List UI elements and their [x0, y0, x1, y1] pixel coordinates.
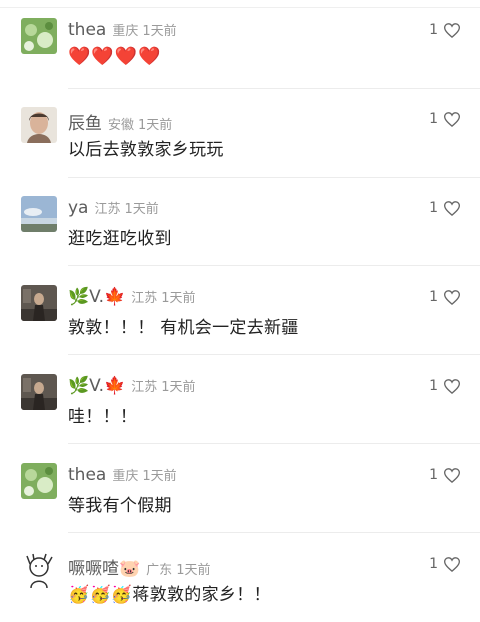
- heart-icon: [444, 200, 460, 216]
- location: 安徽: [108, 118, 135, 133]
- heart-icon: [444, 22, 460, 38]
- heart-icon: [444, 289, 460, 305]
- divider: [68, 354, 480, 355]
- like-button[interactable]: 1: [429, 200, 460, 216]
- username[interactable]: thea: [68, 20, 106, 40]
- username[interactable]: 🌿V.🍁: [68, 287, 125, 307]
- comment-text: 逛吃逛吃收到: [68, 229, 172, 249]
- heart-icon: [444, 556, 460, 572]
- avatar[interactable]: [21, 18, 57, 54]
- location: 广东: [146, 563, 173, 578]
- avatar[interactable]: [21, 463, 57, 499]
- location: 江苏: [94, 202, 121, 217]
- timestamp: 1天前: [176, 563, 211, 578]
- like-count: 1: [429, 378, 438, 394]
- timestamp: 1天前: [142, 24, 177, 39]
- heart-icon: [444, 378, 460, 394]
- comment-text: 以后去敦敦家乡玩玩: [68, 140, 224, 160]
- like-button[interactable]: 1: [429, 467, 460, 483]
- heart-icon: [444, 467, 460, 483]
- avatar[interactable]: [21, 552, 57, 588]
- divider: [68, 177, 480, 178]
- location: 重庆: [112, 469, 139, 484]
- avatar[interactable]: [21, 285, 57, 321]
- like-count: 1: [429, 111, 438, 127]
- like-count: 1: [429, 467, 438, 483]
- like-button[interactable]: 1: [429, 289, 460, 305]
- location: 重庆: [112, 24, 139, 39]
- like-button[interactable]: 1: [429, 556, 460, 572]
- timestamp: 1天前: [124, 202, 159, 217]
- location: 江苏: [131, 291, 158, 306]
- avatar[interactable]: [21, 196, 57, 232]
- divider: [68, 265, 480, 266]
- like-count: 1: [429, 556, 438, 572]
- divider: [68, 532, 480, 533]
- comment-list: thea 重庆 1天前 ❤️❤️❤️❤️ 1 辰鱼 安徽 1天前 以后去敦敦家乡…: [0, 0, 480, 622]
- like-count: 1: [429, 289, 438, 305]
- comment-text: ❤️❤️❤️❤️: [68, 46, 162, 67]
- comment-text: 敦敦！！！ 有机会一定去新疆: [68, 318, 299, 338]
- divider: [68, 88, 480, 89]
- avatar[interactable]: [21, 107, 57, 143]
- like-button[interactable]: 1: [429, 22, 460, 38]
- comment-text: ❤️❤️❤️❤️: [68, 46, 162, 67]
- timestamp: 1天前: [138, 118, 173, 133]
- username[interactable]: 🌿V.🍁: [68, 376, 125, 396]
- like-count: 1: [429, 200, 438, 216]
- like-button[interactable]: 1: [429, 378, 460, 394]
- like-count: 1: [429, 22, 438, 38]
- timestamp: 1天前: [161, 291, 196, 306]
- heart-icon: [444, 111, 460, 127]
- comment-text: 哇！！！: [68, 407, 138, 427]
- username[interactable]: 噘噘喳🐷: [68, 554, 140, 579]
- timestamp: 1天前: [142, 469, 177, 484]
- timestamp: 1天前: [161, 380, 196, 395]
- like-button[interactable]: 1: [429, 111, 460, 127]
- avatar[interactable]: [21, 374, 57, 410]
- comment-text: 🥳🥳🥳蒋敦敦的家乡！！: [68, 585, 271, 605]
- divider: [68, 443, 480, 444]
- location: 江苏: [131, 380, 158, 395]
- username[interactable]: ya: [68, 198, 88, 218]
- divider: [0, 7, 480, 8]
- comment-text: 等我有个假期: [68, 496, 172, 516]
- username[interactable]: 辰鱼: [68, 109, 102, 134]
- username[interactable]: thea: [68, 465, 106, 485]
